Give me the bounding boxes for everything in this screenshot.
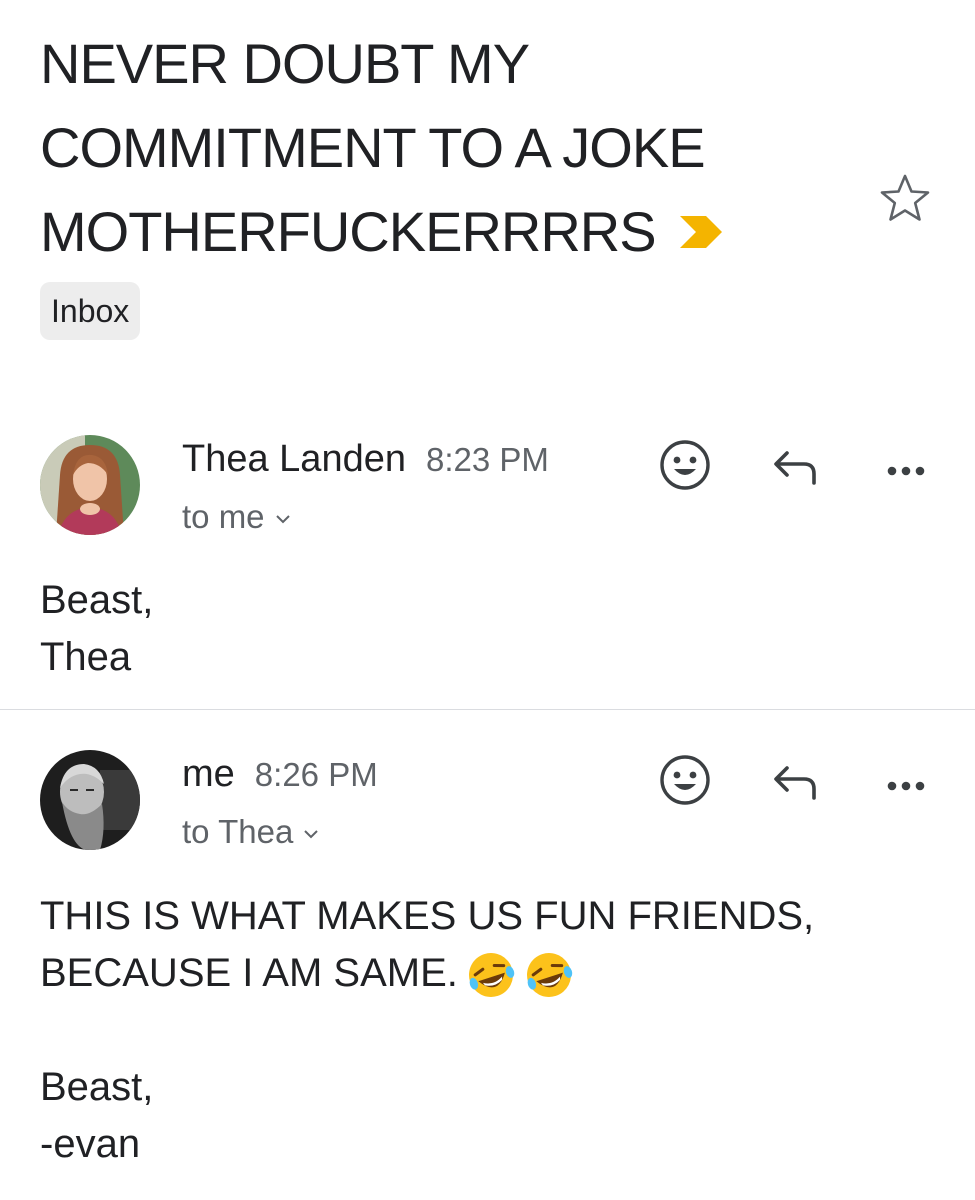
recipient-text: to me bbox=[182, 498, 265, 535]
email-subject: NEVER DOUBT MY COMMITMENT TO A JOKE MOTH… bbox=[40, 22, 820, 274]
message-thea-landen[interactable]: Thea Landen 8:23 PM to me Beast, Thea bbox=[0, 430, 975, 708]
avatar bbox=[40, 435, 140, 535]
body-line: Thea bbox=[40, 635, 132, 679]
rolling-on-floor-laughing-emoji bbox=[466, 950, 516, 1000]
reply-button[interactable] bbox=[768, 437, 824, 493]
add-reaction-button[interactable] bbox=[657, 752, 713, 808]
important-marker-icon[interactable] bbox=[678, 214, 724, 250]
signature-line: Beast, bbox=[40, 1065, 154, 1109]
message-body: Beast, Thea bbox=[40, 572, 153, 686]
recipient-details-toggle[interactable]: to me bbox=[182, 498, 291, 536]
sender-line: Thea Landen 8:23 PM bbox=[182, 438, 549, 481]
message-body: THIS IS WHAT MAKES US FUN FRIENDS, BECAU… bbox=[40, 888, 814, 1173]
add-reaction-button[interactable] bbox=[657, 437, 713, 493]
more-options-button[interactable] bbox=[878, 752, 934, 808]
body-line: BECAUSE I AM SAME. bbox=[40, 951, 458, 995]
star-icon[interactable] bbox=[878, 172, 932, 226]
sender-name[interactable]: Thea Landen bbox=[182, 438, 406, 480]
inbox-label-chip[interactable]: Inbox bbox=[40, 282, 141, 340]
body-line: Beast, bbox=[40, 578, 154, 622]
message-me[interactable]: me 8:26 PM to Thea THIS IS WHAT MAKES US … bbox=[0, 745, 975, 1200]
avatar bbox=[40, 750, 140, 850]
chevron-down-icon bbox=[304, 830, 319, 839]
message-time: 8:23 PM bbox=[425, 441, 549, 478]
chevron-down-icon bbox=[275, 515, 290, 524]
sender-line: me 8:26 PM bbox=[182, 753, 378, 796]
reply-button[interactable] bbox=[768, 752, 824, 808]
recipient-text: to Thea bbox=[182, 813, 294, 850]
message-time: 8:26 PM bbox=[254, 756, 378, 793]
signature-line: -evan bbox=[40, 1122, 141, 1166]
more-options-button[interactable] bbox=[878, 437, 934, 493]
subject-text: NEVER DOUBT MY COMMITMENT TO A JOKE MOTH… bbox=[40, 32, 706, 263]
sender-name[interactable]: me bbox=[182, 753, 235, 795]
message-divider bbox=[0, 709, 975, 710]
body-line: THIS IS WHAT MAKES US FUN FRIENDS, bbox=[40, 894, 815, 938]
recipient-details-toggle[interactable]: to Thea bbox=[182, 813, 319, 851]
rolling-on-floor-laughing-emoji bbox=[524, 950, 574, 1000]
